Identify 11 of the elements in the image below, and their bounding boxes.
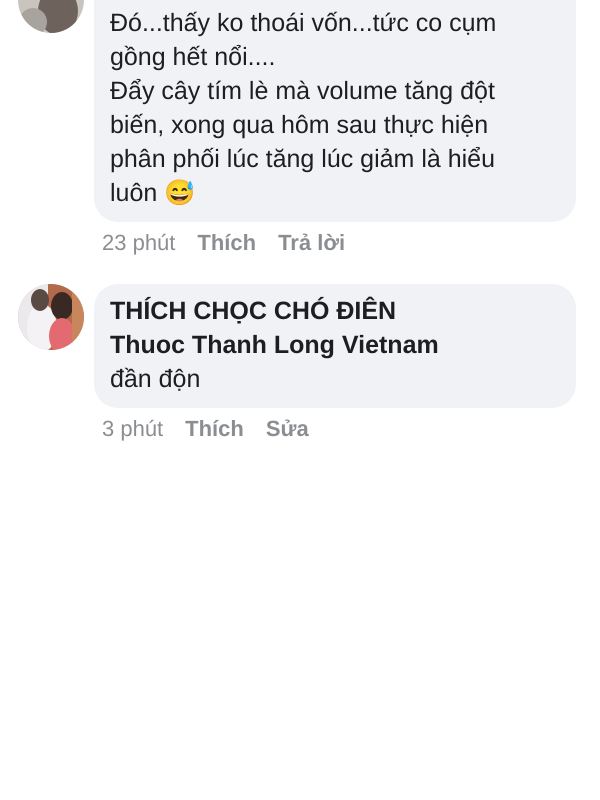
action-link[interactable]: Thích (185, 416, 244, 442)
action-link[interactable]: Sửa (266, 416, 309, 442)
comment-text: Đẩy cây tím lè mà volume tăng đột biến, xong qua hôm sau thực hiện phân phối lúc tăng lúc giảm là hiểu luôn 😅 (110, 76, 496, 209)
author-name[interactable]: THÍCH CHỌC CHÓ ĐIÊN (110, 294, 546, 328)
timestamp: 23 phút (102, 230, 176, 256)
page-name[interactable]: Thuoc Thanh Long Vietnam (110, 328, 546, 362)
comment-text: Đó...thấy ko thoái vốn...tức co cụm gồng hết nổi.... (110, 8, 498, 73)
action-link[interactable]: Trả lời (278, 230, 346, 256)
comment-text: đần độn (110, 364, 202, 395)
timestamp: 3 phút (102, 416, 164, 442)
action-link[interactable]: Thích (197, 230, 256, 256)
